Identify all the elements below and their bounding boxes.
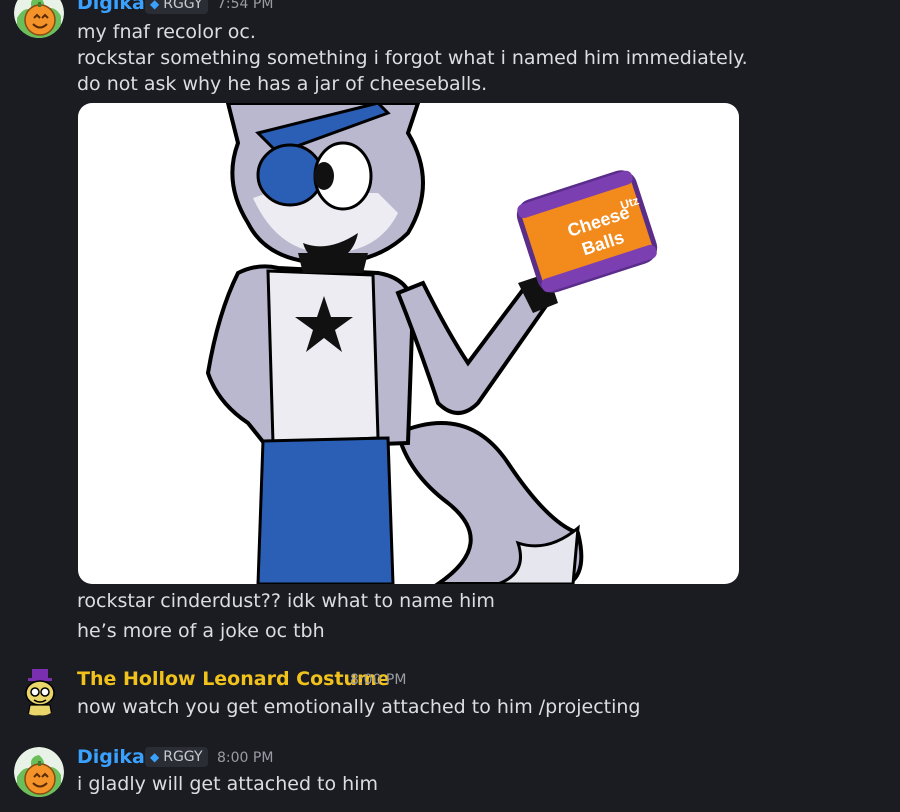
message-text: rockstar something something i forgot wh… bbox=[77, 47, 748, 69]
username[interactable]: Digikat bbox=[77, 0, 154, 14]
message-text: he’s more of a joke oc tbh bbox=[77, 620, 325, 642]
message-text: my fnaf recolor oc. bbox=[77, 21, 256, 43]
pumpkin-avatar-icon bbox=[14, 747, 64, 797]
message-group: The Hollow Leonard Costume 8:00 PM now w… bbox=[0, 660, 900, 730]
badge-label: RGGY bbox=[163, 0, 203, 12]
role-badge[interactable]: ◆ RGGY bbox=[145, 747, 208, 767]
message-text: i gladly will get attached to him bbox=[77, 773, 378, 795]
message-text: do not ask why he has a jar of cheesebal… bbox=[77, 73, 488, 95]
message-group: Digikat ◆ RGGY 7:54 PM my fnaf recolor o… bbox=[0, 0, 900, 612]
user-avatar[interactable] bbox=[14, 0, 64, 38]
user-avatar[interactable] bbox=[14, 666, 64, 716]
diamond-icon: ◆ bbox=[150, 0, 160, 11]
oc-drawing-image: Utz Cheese Balls bbox=[205, 103, 658, 584]
timestamp[interactable]: 8:00 PM bbox=[217, 750, 273, 766]
message-text: now watch you get emotionally attached t… bbox=[77, 696, 641, 718]
image-attachment[interactable]: Utz Cheese Balls bbox=[78, 103, 739, 584]
pumpkin-avatar-icon bbox=[14, 0, 64, 38]
leonard-avatar-icon bbox=[14, 666, 64, 716]
message-group: Digikat ◆ RGGY 8:00 PM i gladly will get… bbox=[0, 740, 900, 812]
diamond-icon: ◆ bbox=[150, 750, 160, 764]
timestamp[interactable]: 8:00 PM bbox=[350, 672, 406, 688]
username[interactable]: Digikat bbox=[77, 746, 154, 768]
role-badge[interactable]: ◆ RGGY bbox=[145, 0, 208, 14]
message-text: rockstar cinderdust?? idk what to name h… bbox=[77, 590, 495, 612]
badge-label: RGGY bbox=[163, 749, 203, 765]
user-avatar[interactable] bbox=[14, 747, 64, 797]
username[interactable]: The Hollow Leonard Costume bbox=[77, 668, 390, 690]
timestamp[interactable]: 7:54 PM bbox=[217, 0, 273, 12]
